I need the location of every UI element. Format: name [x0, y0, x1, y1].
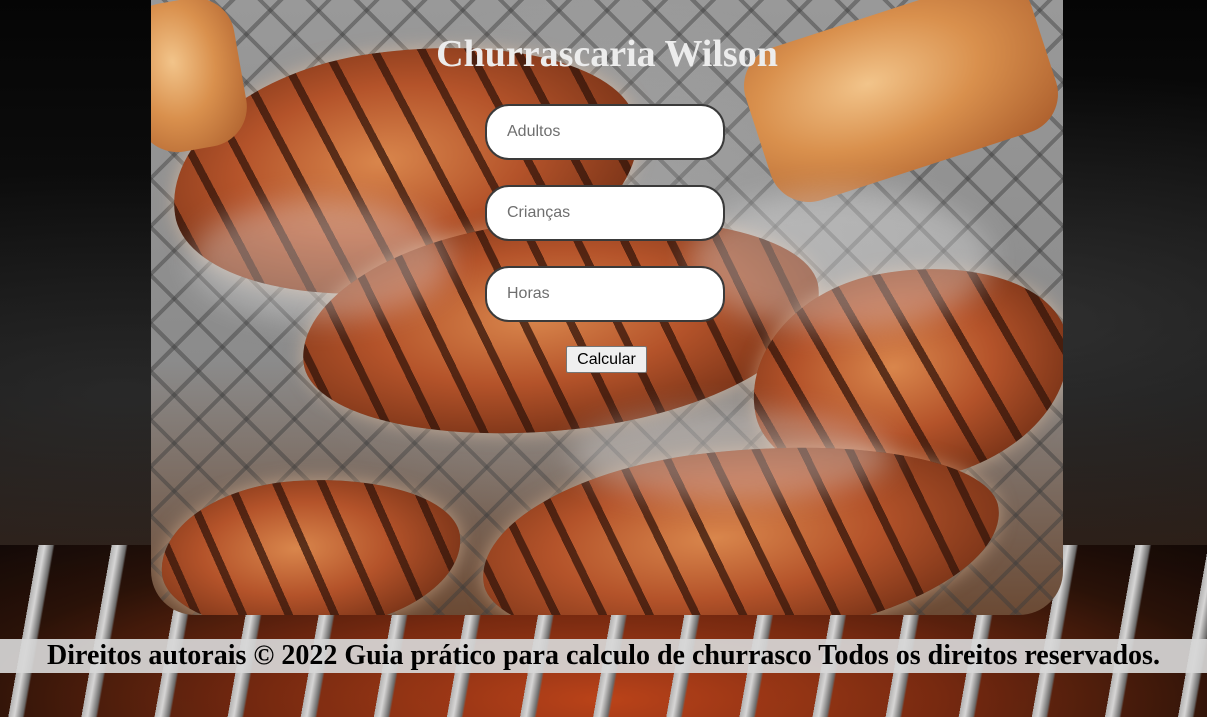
- adults-input[interactable]: [485, 104, 725, 160]
- smoke-illustration: [691, 190, 991, 330]
- calculate-button[interactable]: Calcular: [566, 346, 647, 373]
- smoke-illustration: [571, 410, 891, 500]
- smoke-illustration: [191, 200, 451, 320]
- steak-illustration: [156, 469, 466, 615]
- page-title: Churrascaria Wilson: [436, 33, 778, 75]
- hours-input[interactable]: [485, 266, 725, 322]
- children-input[interactable]: [485, 185, 725, 241]
- barbecue-card: Churrascaria Wilson Calcular: [151, 0, 1063, 615]
- copyright-footer: Direitos autorais © 2022 Guia prático pa…: [0, 639, 1207, 673]
